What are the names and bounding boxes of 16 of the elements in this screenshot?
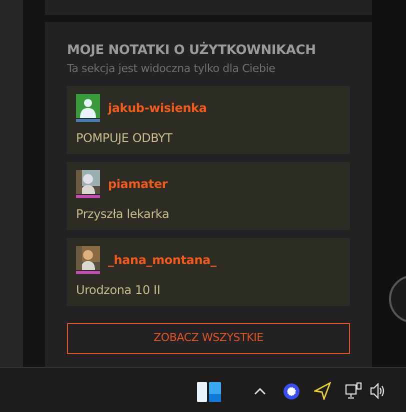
user-avatar-icon[interactable] [76,94,100,118]
circle-icon[interactable] [283,383,300,400]
section-subtitle: Ta sekcja jest widoczna tylko dla Ciebie [67,61,276,77]
widgets-icon[interactable] [197,382,221,402]
note-text: Urodzona 10 II [76,282,162,299]
speaker-icon[interactable] [370,383,387,399]
see-all-button[interactable]: ZOBACZ WSZYSTKIE [67,323,350,354]
section-title: MOJE NOTATKI O UŻYTKOWNIKACH [67,42,317,60]
note-text: Przyszła lekarka [76,206,170,223]
username-link[interactable]: _hana_montana_ [108,251,216,269]
username-link[interactable]: piamater [108,175,168,193]
location-arrow-icon[interactable] [314,382,331,400]
network-icon[interactable] [345,382,362,400]
chevron-up-icon[interactable] [254,388,266,395]
note-text: POMPUJE ODBYT [76,130,174,147]
username-link[interactable]: jakub-wisienka [108,99,207,117]
